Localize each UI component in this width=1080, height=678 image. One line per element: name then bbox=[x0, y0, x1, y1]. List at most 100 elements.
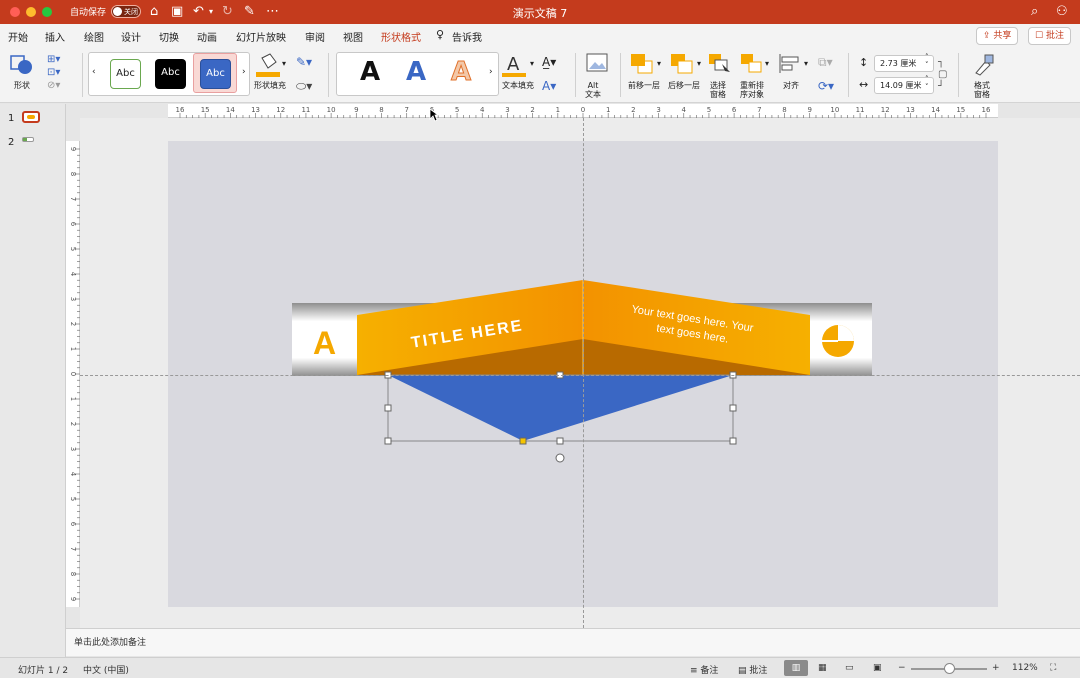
ruler-label: 9 bbox=[354, 106, 358, 114]
outline-pen-icon[interactable]: ✎▾ bbox=[296, 55, 312, 69]
ruler-label: 9 bbox=[807, 106, 811, 114]
send-backward-label: 后移一层 bbox=[668, 81, 700, 90]
wordart-blue[interactable]: A bbox=[406, 57, 426, 87]
wordart-next-icon[interactable]: › bbox=[489, 67, 493, 77]
document-title: 演示文稿 7 bbox=[512, 7, 568, 20]
style-outline-green[interactable]: Abc bbox=[110, 59, 141, 89]
ruler-label: 11 bbox=[301, 106, 310, 114]
align-icon[interactable] bbox=[778, 53, 802, 75]
shapes-icon[interactable] bbox=[10, 53, 34, 75]
comments-toggle[interactable]: ▤ 批注 bbox=[738, 663, 767, 676]
shape-width-icon: ↔ bbox=[859, 78, 869, 91]
paint-bucket-icon[interactable] bbox=[256, 52, 280, 78]
zoom-slider-thumb[interactable] bbox=[944, 663, 955, 674]
align-dropdown-icon[interactable]: ▾ bbox=[804, 59, 808, 68]
share-person-icon[interactable]: ⚇ bbox=[1056, 4, 1068, 19]
vruler-label: 8 bbox=[69, 572, 77, 576]
tab-home[interactable]: 开始 bbox=[8, 29, 28, 44]
share-button-label: 共享 bbox=[993, 31, 1012, 41]
text-effects-icon[interactable]: A▾ bbox=[542, 79, 556, 93]
vertical-guide[interactable] bbox=[583, 118, 584, 628]
tab-tell-me[interactable]: 告诉我 bbox=[452, 29, 482, 44]
tab-insert[interactable]: 插入 bbox=[45, 29, 65, 44]
fit-to-window-icon[interactable]: ⛶ bbox=[1050, 663, 1056, 673]
svg-text:A: A bbox=[507, 54, 520, 75]
ruler-label: 11 bbox=[856, 106, 865, 114]
ribbon-tab-bar: 开始 插入 绘图 设计 切换 动画 幻灯片放映 审阅 视图 形状格式 ♀ 告诉我… bbox=[0, 24, 1080, 49]
gallery-next-icon[interactable]: › bbox=[242, 67, 246, 77]
comments-button-label: 批注 bbox=[1045, 31, 1064, 41]
width-stepper[interactable]: ˄ ˅ bbox=[925, 75, 929, 91]
tab-view[interactable]: 视图 bbox=[343, 29, 363, 44]
tab-transitions[interactable]: 切换 bbox=[159, 29, 179, 44]
normal-view-button[interactable]: ▥ bbox=[784, 660, 808, 676]
zoom-level[interactable]: 112% bbox=[1012, 663, 1038, 673]
send-backward-dropdown-icon[interactable]: ▾ bbox=[697, 59, 701, 68]
thumbnail-slide-2[interactable] bbox=[22, 137, 40, 145]
bring-forward-icon[interactable] bbox=[630, 53, 654, 75]
fill-dropdown-icon[interactable]: ▾ bbox=[282, 59, 286, 68]
selection-pane-icon[interactable] bbox=[708, 53, 732, 75]
horizontal-guide[interactable] bbox=[80, 375, 1080, 376]
reading-view-button[interactable]: ▭ bbox=[845, 663, 854, 673]
adjust-handle bbox=[519, 437, 527, 445]
notes-toggle-label: 备注 bbox=[700, 666, 719, 676]
height-stepper[interactable]: ˄ ˅ bbox=[925, 53, 929, 69]
comments-button[interactable]: ☐ 批注 bbox=[1028, 27, 1071, 45]
group-icon[interactable]: ⧉▾ bbox=[818, 55, 833, 70]
share-button[interactable]: ⇪ 共享 bbox=[976, 27, 1019, 45]
tab-slideshow[interactable]: 幻灯片放映 bbox=[236, 29, 286, 44]
resize-handle-bottom-mid bbox=[556, 437, 564, 445]
send-backward-icon[interactable] bbox=[670, 53, 694, 75]
ruler-label: 16 bbox=[982, 106, 991, 114]
format-pane-label: 格式 窗格 bbox=[974, 81, 990, 99]
tab-review[interactable]: 审阅 bbox=[305, 29, 325, 44]
ruler-label: 8 bbox=[379, 106, 383, 114]
ruler-label: 4 bbox=[480, 106, 485, 114]
bring-forward-dropdown-icon[interactable]: ▾ bbox=[657, 59, 661, 68]
resize-handle-bottom-left bbox=[384, 437, 392, 445]
vruler-label: 1 bbox=[69, 397, 77, 401]
text-outline-icon[interactable]: A̲▾ bbox=[542, 55, 556, 69]
title-bar: 自动保存 关闭 ⌂ ▣ ↶ ▾ ↻ ✎ ⋯ 演示文稿 7 ⌕ ⚇ bbox=[0, 0, 1080, 24]
vruler-label: 7 bbox=[69, 197, 77, 201]
notes-toggle[interactable]: ≡ 备注 bbox=[690, 663, 718, 676]
tab-animations[interactable]: 动画 bbox=[197, 29, 217, 44]
zoom-in-button[interactable]: + bbox=[992, 663, 1000, 673]
gallery-prev-icon[interactable]: ‹ bbox=[92, 67, 96, 77]
align-label: 对齐 bbox=[783, 81, 799, 90]
text-fill-dropdown-icon[interactable]: ▾ bbox=[530, 59, 534, 68]
alt-text-label: Alt 文本 bbox=[585, 81, 601, 99]
tab-draw[interactable]: 绘图 bbox=[84, 29, 104, 44]
language-status[interactable]: 中文 (中国) bbox=[83, 663, 129, 676]
thumbnail-slide-1[interactable] bbox=[22, 111, 40, 123]
reorder-dropdown-icon[interactable]: ▾ bbox=[765, 59, 769, 68]
vertical-ruler: 9 8 7 6 5 4 3 2 1 0 1 2 3 4 5 6 7 8 9 bbox=[66, 141, 80, 607]
comments-toggle-label: 批注 bbox=[749, 666, 768, 676]
ruler-label: 13 bbox=[906, 106, 915, 114]
lock-aspect-icon[interactable]: ┐ ▢ ┘ bbox=[938, 57, 947, 93]
ruler-label: 12 bbox=[881, 106, 890, 114]
tab-shape-format[interactable]: 形状格式 bbox=[381, 29, 421, 49]
ruler-label: 10 bbox=[327, 106, 336, 114]
reorder-objects-icon[interactable] bbox=[740, 53, 764, 75]
format-pane-icon[interactable] bbox=[972, 53, 996, 77]
wordart-orange[interactable]: A bbox=[450, 57, 471, 88]
text-fill-icon[interactable]: A bbox=[502, 53, 528, 79]
effects-icon[interactable]: ⬭▾ bbox=[296, 79, 312, 94]
style-blue[interactable]: Abc bbox=[200, 59, 231, 89]
slide-sorter-button[interactable]: ▦ bbox=[818, 663, 827, 673]
slideshow-button[interactable]: ▣ bbox=[873, 663, 882, 673]
blue-triangle-shape bbox=[388, 375, 733, 441]
ruler-label: 3 bbox=[505, 106, 509, 114]
shape-edit-icons[interactable]: ⊞▾ ⊡▾ ⊘▾ bbox=[47, 53, 60, 92]
search-icon[interactable]: ⌕ bbox=[1031, 4, 1038, 19]
tab-design[interactable]: 设计 bbox=[121, 29, 141, 44]
wordart-black[interactable]: A bbox=[360, 57, 380, 87]
rotate-icon[interactable]: ⟳▾ bbox=[818, 79, 834, 93]
ruler-label: 14 bbox=[226, 106, 235, 114]
zoom-out-button[interactable]: − bbox=[898, 663, 906, 673]
alt-text-icon[interactable] bbox=[586, 53, 608, 73]
notes-pane[interactable]: 单击此处添加备注 bbox=[66, 628, 1080, 656]
style-black[interactable]: Abc bbox=[155, 59, 186, 89]
